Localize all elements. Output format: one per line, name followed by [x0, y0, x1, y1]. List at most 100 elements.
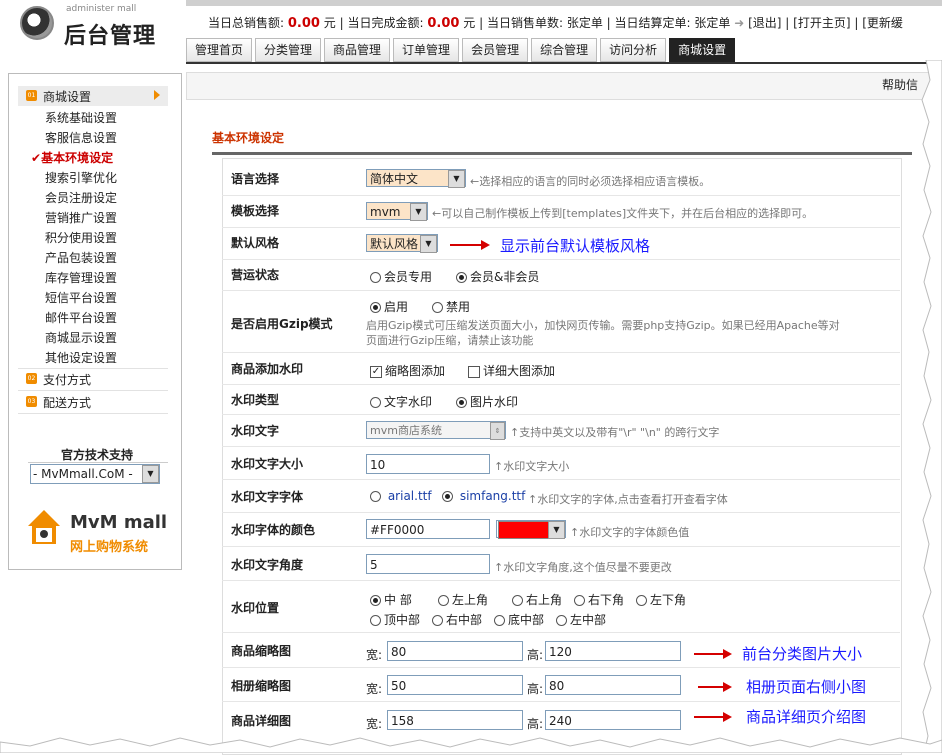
wm-type-option-text[interactable]: 文字水印 — [370, 393, 432, 410]
sidebar-group-mall-settings[interactable] — [18, 86, 168, 106]
sidebar-item-system-basic[interactable]: 系统基础设置 — [45, 109, 117, 126]
detail-width-input[interactable]: 158 — [387, 710, 523, 730]
watermark-option-detail[interactable]: 详细大图添加 — [468, 362, 555, 379]
logout-link[interactable]: [退出] — [748, 16, 781, 30]
tab-orders[interactable]: 订单管理 — [393, 38, 460, 62]
tab-category[interactable]: 分类管理 — [255, 38, 322, 62]
wm-pos-option-bottom-center[interactable]: 底中部 — [494, 611, 544, 628]
wm-color-input[interactable]: #FF0000 — [366, 519, 490, 539]
gzip-option-enable[interactable]: 启用 — [370, 298, 408, 315]
radio-button[interactable] — [512, 595, 523, 606]
tab-members[interactable]: 会员管理 — [462, 38, 529, 62]
row-divider — [222, 667, 900, 668]
wm-font-option-simfang[interactable]: simfang.ttf — [442, 489, 525, 503]
radio-button[interactable] — [370, 491, 381, 502]
sidebar-item-seo[interactable]: 搜索引擎优化 — [45, 169, 117, 186]
wm-pos-option-bottom-right[interactable]: 右下角 — [574, 591, 624, 608]
torn-edge-right — [921, 60, 942, 753]
wm-font-hint: ↑水印文字的字体,点击查看打开查看字体 — [528, 493, 728, 506]
wm-pos-option-label: 左下角 — [650, 593, 687, 607]
update-cache-link[interactable]: [更新缓 — [862, 16, 903, 30]
detail-annotation: 商品详细页介绍图 — [746, 708, 867, 726]
tab-home[interactable]: 管理首页 — [186, 38, 253, 62]
sidebar-item-email[interactable]: 邮件平台设置 — [45, 309, 117, 326]
album-annotation: 相册页面右侧小图 — [746, 678, 867, 696]
chevron-down-icon: ▼ — [142, 465, 159, 483]
status-option-all[interactable]: 会员&非会员 — [456, 268, 539, 285]
wm-pos-option-bottom-left[interactable]: 左下角 — [636, 591, 686, 608]
gzip-hint-line2: 页面进行Gzip压缩，请禁止该功能 — [366, 334, 534, 347]
radio-button[interactable] — [370, 397, 381, 408]
wm-type-option-image[interactable]: 图片水印 — [456, 393, 518, 410]
wm-font-option-arial[interactable]: arial.ttf — [370, 489, 432, 503]
detail-height-input[interactable]: 240 — [545, 710, 681, 730]
sidebar-item-marketing[interactable]: 营销推广设置 — [45, 209, 117, 226]
wm-pos-option-top-left[interactable]: 左上角 — [438, 591, 488, 608]
checkbox[interactable] — [468, 365, 480, 378]
radio-button[interactable] — [442, 491, 453, 502]
sidebar-item-basic-env[interactable]: ✔基本环境设定 — [31, 149, 113, 166]
radio-button[interactable] — [432, 615, 443, 626]
wm-text-textarea[interactable]: mvm商店系统 ⇕ — [366, 421, 506, 440]
album-height-input[interactable]: 80 — [545, 675, 681, 695]
tab-mall-settings[interactable]: 商城设置 — [669, 38, 736, 62]
stat-settle-value: 张定单 — [694, 16, 731, 30]
sidebar-item-inventory[interactable]: 库存管理设置 — [45, 269, 117, 286]
wm-pos-option-right-center[interactable]: 右中部 — [432, 611, 482, 628]
sidebar-item-packaging[interactable]: 产品包装设置 — [45, 249, 117, 266]
sidebar-item-member-register[interactable]: 会员注册设定 — [45, 189, 117, 206]
tab-analytics[interactable]: 访问分析 — [600, 38, 667, 62]
wm-size-input[interactable]: 10 — [366, 454, 490, 474]
sidebar-item-sms[interactable]: 短信平台设置 — [45, 289, 117, 306]
sidebar-group-payment[interactable]: 支付方式 — [43, 371, 91, 388]
wm-font-link-simfang[interactable]: simfang.ttf — [460, 489, 526, 503]
wm-angle-input[interactable]: 5 — [366, 554, 490, 574]
radio-button[interactable] — [456, 397, 467, 408]
wm-pos-option-top-right[interactable]: 右上角 — [512, 591, 562, 608]
radio-button[interactable] — [456, 272, 467, 283]
wm-font-link-arial[interactable]: arial.ttf — [388, 489, 432, 503]
detail-label: 商品详细图 — [231, 714, 292, 728]
radio-button[interactable] — [494, 615, 505, 626]
thumb-height-input[interactable]: 120 — [545, 641, 681, 661]
album-width-input[interactable]: 50 — [387, 675, 523, 695]
open-home-link[interactable]: [打开主页] — [793, 16, 850, 30]
status-option-members-only[interactable]: 会员专用 — [370, 268, 432, 285]
thumb-width-input[interactable]: 80 — [387, 641, 523, 661]
template-label: 模板选择 — [231, 204, 280, 218]
template-select[interactable]: mvm ▼ — [366, 202, 428, 221]
sidebar-item-points[interactable]: 积分使用设置 — [45, 229, 117, 246]
radio-button[interactable] — [556, 615, 567, 626]
wm-color-select[interactable]: ▼ — [496, 520, 566, 539]
watermark-option-thumb[interactable]: ✓ 缩略图添加 — [370, 362, 445, 379]
wm-pos-option-center[interactable]: 中 部 — [370, 591, 412, 608]
tab-general[interactable]: 综合管理 — [531, 38, 598, 62]
wm-pos-option-left-center[interactable]: 左中部 — [556, 611, 606, 628]
gzip-option-disable[interactable]: 禁用 — [432, 298, 470, 315]
language-select[interactable]: 简体中文 ▼ — [366, 169, 466, 188]
style-select[interactable]: 默认风格 ▼ — [366, 234, 438, 253]
support-select[interactable]: - MvMmall.CoM - ▼ — [30, 464, 160, 484]
sidebar-item-display[interactable]: 商城显示设置 — [45, 329, 117, 346]
sidebar-group-shipping[interactable]: 配送方式 — [43, 394, 91, 411]
stat-done-label: 当日完成金额: — [347, 16, 424, 30]
wm-pos-option-label: 左中部 — [570, 613, 607, 627]
sidebar-item-customer-service[interactable]: 客服信息设置 — [45, 129, 117, 146]
support-title: 官方技术支持 — [60, 448, 133, 462]
checkbox-checked[interactable]: ✓ — [370, 365, 382, 378]
radio-button[interactable] — [438, 595, 449, 606]
radio-button[interactable] — [636, 595, 647, 606]
scroll-spinner-icon[interactable]: ⇕ — [490, 422, 505, 440]
radio-button[interactable] — [432, 302, 443, 313]
radio-button[interactable] — [370, 615, 381, 626]
style-select-value: 默认风格 — [370, 237, 419, 251]
status-label: 营运状态 — [231, 268, 280, 282]
radio-button[interactable] — [370, 302, 381, 313]
radio-button[interactable] — [574, 595, 585, 606]
radio-button[interactable] — [370, 595, 381, 606]
tab-products[interactable]: 商品管理 — [324, 38, 391, 62]
wm-pos-option-top-center[interactable]: 顶中部 — [370, 611, 420, 628]
help-link[interactable]: 帮助信 — [882, 76, 918, 93]
radio-button[interactable] — [370, 272, 381, 283]
sidebar-item-other[interactable]: 其他设定设置 — [45, 349, 117, 366]
